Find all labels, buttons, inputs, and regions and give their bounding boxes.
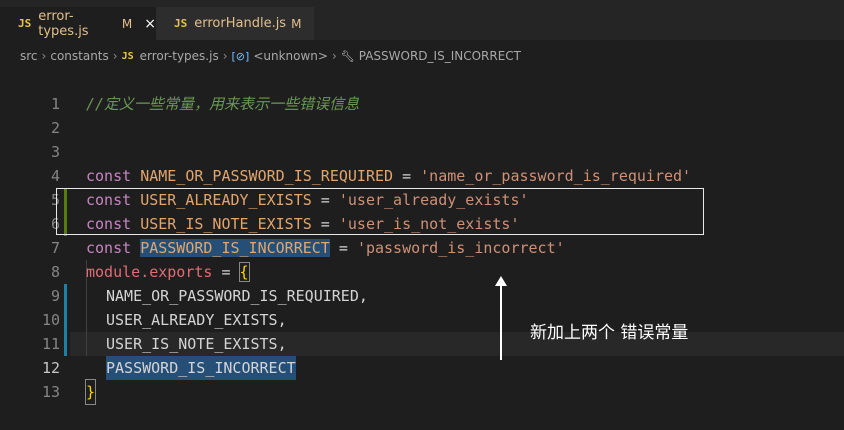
wrench-icon: 🔧︎ xyxy=(340,49,355,63)
module-keyword: module xyxy=(86,263,141,281)
code-line: 8 module.exports = { xyxy=(0,260,844,284)
breadcrumb-symbol[interactable]: PASSWORD_IS_INCORRECT xyxy=(359,49,521,63)
code-text: const NAME_OR_PASSWORD_IS_REQUIRED = 'na… xyxy=(86,164,691,188)
annotation-arrow xyxy=(500,284,502,360)
export-entry: USER_IS_NOTE_EXISTS, xyxy=(106,335,287,353)
modified-badge: M xyxy=(121,16,133,31)
line-number: 6 xyxy=(50,215,60,233)
breadcrumb-unknown[interactable]: <unknown> xyxy=(253,49,328,63)
line-number: 7 xyxy=(50,239,60,257)
line-number: 4 xyxy=(50,167,60,185)
line-number: 5 xyxy=(50,191,60,209)
annotation-box xyxy=(56,188,704,235)
close-icon[interactable]: × xyxy=(144,16,156,32)
operator: = xyxy=(329,239,357,257)
keyword: const xyxy=(86,239,132,257)
export-entry: NAME_OR_PASSWORD_IS_REQUIRED, xyxy=(106,287,368,305)
breadcrumb-constants[interactable]: constants xyxy=(50,49,108,63)
modified-badge: M xyxy=(291,16,302,31)
code-line: 11 USER_IS_NOTE_EXISTS, xyxy=(0,332,844,356)
line-number: 8 xyxy=(50,263,60,281)
js-file-icon: JS xyxy=(174,17,188,30)
identifier-highlighted: PASSWORD_IS_INCORRECT xyxy=(140,239,330,257)
close-brace: } xyxy=(84,379,97,405)
tab-bar: JS error-types.js M × JS errorHandle.js … xyxy=(0,0,844,40)
symbol-variable-icon: [⊘] xyxy=(231,49,250,63)
js-file-icon: JS xyxy=(121,50,134,62)
line-number: 12 xyxy=(41,359,60,377)
tab-error-handle[interactable]: JS errorHandle.js M xyxy=(156,7,314,40)
line-number: 9 xyxy=(50,287,60,305)
export-entry-highlighted: PASSWORD_IS_INCORRECT xyxy=(106,356,296,380)
code-line: 7 const PASSWORD_IS_INCORRECT = 'passwor… xyxy=(0,236,844,260)
operator: = xyxy=(212,263,240,281)
line-number: 11 xyxy=(41,335,60,353)
js-file-icon: JS xyxy=(18,17,32,30)
tab-error-types[interactable]: JS error-types.js M × xyxy=(0,7,156,40)
line-number: 3 xyxy=(50,143,60,161)
identifier: NAME_OR_PASSWORD_IS_REQUIRED xyxy=(140,167,394,185)
code-line: 1 //定义一些常量，用来表示一些错误信息 xyxy=(0,92,844,116)
code-line: 3 xyxy=(0,140,844,164)
code-line: 10 USER_ALREADY_EXISTS, xyxy=(0,308,844,332)
chevron-right-icon: › xyxy=(222,49,228,63)
code-text: module.exports = { xyxy=(86,260,250,284)
code-line: 9 NAME_OR_PASSWORD_IS_REQUIRED, xyxy=(0,284,844,308)
line-number: 13 xyxy=(41,383,60,401)
open-brace: { xyxy=(238,262,250,282)
chevron-right-icon: › xyxy=(331,49,337,63)
string-literal: 'password_is_incorrect' xyxy=(356,239,565,257)
line-number: 2 xyxy=(50,119,60,137)
line-number: 10 xyxy=(41,311,60,329)
breadcrumb-file[interactable]: error-types.js xyxy=(140,49,219,63)
line-number: 1 xyxy=(50,95,60,113)
string-literal: 'name_or_password_is_required' xyxy=(420,167,692,185)
code-line: 13 } xyxy=(0,379,844,405)
code-line: 2 xyxy=(0,116,844,140)
chevron-right-icon: › xyxy=(112,49,118,63)
code-line: 12 PASSWORD_IS_INCORRECT xyxy=(0,356,844,380)
exports-property: .exports xyxy=(140,263,213,281)
code-text: const PASSWORD_IS_INCORRECT = 'password_… xyxy=(86,236,565,260)
tab-label: error-types.js xyxy=(38,8,89,39)
export-entry: USER_ALREADY_EXISTS, xyxy=(106,311,287,329)
code-comment: //定义一些常量，用来表示一些错误信息 xyxy=(86,95,360,113)
chevron-right-icon: › xyxy=(41,49,47,63)
breadcrumb-src[interactable]: src xyxy=(20,49,38,63)
keyword: const xyxy=(86,167,132,185)
annotation-text: 新加上两个 错误常量 xyxy=(530,323,689,343)
operator: = xyxy=(393,167,421,185)
tab-label: errorHandle.js xyxy=(194,16,287,31)
breadcrumb: src › constants › JS error-types.js › [⊘… xyxy=(0,40,844,72)
code-line: 4 const NAME_OR_PASSWORD_IS_REQUIRED = '… xyxy=(0,164,844,188)
